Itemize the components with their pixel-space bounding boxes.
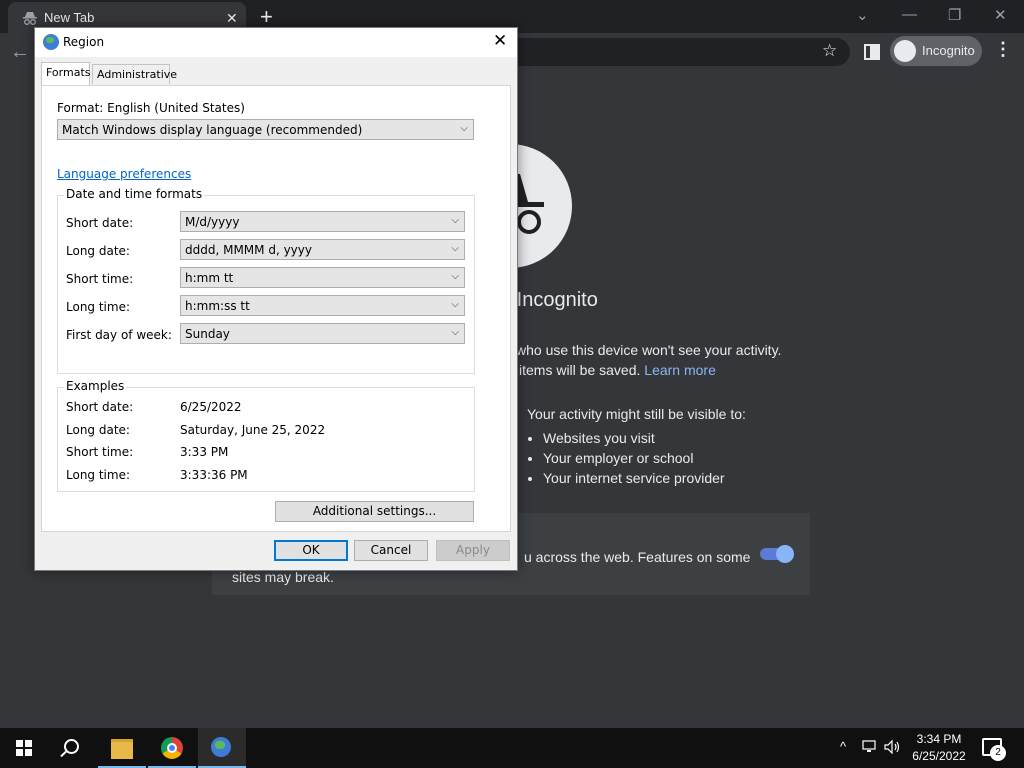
short-date-select[interactable]: M/d/yyyy ⌵	[180, 211, 465, 232]
tab-administrative[interactable]: Administrative	[92, 64, 177, 84]
short-date-label: Short date:	[66, 216, 134, 230]
taskbar-clock[interactable]: 3:34 PM 6/25/2022	[908, 731, 970, 765]
tab-search-chevron-icon[interactable]: ⌄	[856, 6, 869, 24]
group-title: Examples	[64, 379, 127, 393]
tab-title: New Tab	[44, 10, 95, 25]
chevron-down-icon: ⌵	[451, 243, 459, 254]
long-time-value: h:mm:ss tt	[185, 299, 250, 313]
ntp-line-2-text: items will be saved.	[519, 362, 641, 378]
additional-settings-button[interactable]: Additional settings...	[275, 501, 474, 522]
short-time-label: Short time:	[66, 272, 134, 286]
long-time-label: Long time:	[66, 300, 131, 314]
formats-panel: Format: English (United States) Match Wi…	[41, 85, 511, 532]
clock-date: 6/25/2022	[912, 749, 966, 763]
long-date-select[interactable]: dddd, MMMM d, yyyy ⌵	[180, 239, 465, 260]
toggle-knob	[776, 545, 794, 563]
notification-count-badge: 2	[990, 745, 1006, 761]
chevron-down-icon: ⌵	[451, 299, 459, 310]
folder-icon	[111, 739, 133, 759]
examples-group: Examples Short date: 6/25/2022 Long date…	[57, 379, 475, 492]
clock-time: 3:34 PM	[916, 732, 962, 746]
example-label: Short time:	[66, 445, 134, 459]
first-day-select[interactable]: Sunday ⌵	[180, 323, 465, 344]
region-globe-icon	[43, 34, 59, 50]
short-date-value: M/d/yyyy	[185, 215, 240, 229]
short-time-value: h:mm tt	[185, 271, 234, 285]
dialog-title: Region	[63, 35, 105, 49]
file-explorer-button[interactable]	[98, 728, 146, 768]
tab-formats[interactable]: Formats	[41, 62, 91, 86]
long-time-select[interactable]: h:mm:ss tt ⌵	[180, 295, 465, 316]
volume-icon[interactable]	[884, 740, 902, 754]
show-hidden-icons-chevron-icon[interactable]: ^	[840, 739, 846, 754]
list-item: Your employer or school	[543, 448, 725, 468]
example-value: Saturday, June 25, 2022	[180, 423, 326, 437]
example-value: 3:33 PM	[180, 445, 229, 459]
format-select-value: Match Windows display language (recommen…	[62, 123, 363, 137]
taskbar: ^ 3:34 PM 6/25/2022 2	[0, 728, 1024, 768]
chevron-down-icon: ⌵	[451, 215, 459, 226]
minimize-button[interactable]: —	[902, 6, 917, 23]
example-label: Long date:	[66, 423, 130, 437]
list-item: Websites you visit	[543, 428, 725, 448]
chevron-down-icon: ⌵	[451, 327, 459, 338]
group-title: Date and time formats	[64, 187, 205, 201]
date-time-formats-group: Date and time formats Short date: M/d/yy…	[57, 187, 475, 374]
cancel-button[interactable]: Cancel	[354, 540, 428, 561]
list-item: Your internet service provider	[543, 468, 725, 488]
long-date-value: dddd, MMMM d, yyyy	[185, 243, 312, 257]
incognito-profile-button[interactable]: Incognito	[890, 36, 982, 66]
example-label: Long time:	[66, 468, 131, 482]
example-value: 3:33:36 PM	[180, 468, 248, 482]
search-button[interactable]	[48, 728, 96, 768]
chrome-icon	[161, 737, 183, 759]
restore-button[interactable]: ❐	[948, 6, 961, 24]
ntp-line-1: who use this device won't see your activ…	[516, 342, 782, 358]
bookmark-star-icon[interactable]: ☆	[822, 41, 837, 61]
chevron-down-icon: ⌵	[460, 123, 468, 134]
window-close-button[interactable]: ✕	[994, 6, 1007, 24]
dialog-titlebar: Region ✕	[35, 28, 517, 57]
start-button[interactable]	[0, 728, 48, 768]
region-globe-icon	[211, 737, 231, 757]
visible-to-list: Websites you visit Your employer or scho…	[527, 428, 725, 488]
cookie-text-line-1: u across the web. Features on some	[524, 549, 751, 565]
long-date-label: Long date:	[66, 244, 130, 258]
dialog-close-icon[interactable]: ✕	[493, 31, 507, 51]
example-value: 6/25/2022	[180, 400, 242, 414]
chrome-menu-icon[interactable]: ⋮	[994, 39, 1012, 60]
language-preferences-link[interactable]: Language preferences	[57, 167, 191, 181]
incognito-tab-icon	[23, 12, 37, 25]
example-label: Short date:	[66, 400, 134, 414]
windows-logo-icon	[16, 740, 32, 756]
apply-button[interactable]: Apply	[436, 540, 510, 561]
learn-more-link[interactable]: Learn more	[644, 362, 716, 378]
format-label: Format: English (United States)	[57, 101, 245, 115]
format-select[interactable]: Match Windows display language (recommen…	[57, 119, 474, 140]
search-icon	[64, 739, 79, 754]
chrome-button[interactable]	[148, 728, 196, 768]
incognito-icon	[894, 40, 916, 62]
region-dialog: Region ✕ Formats Administrative Format: …	[34, 27, 518, 571]
incognito-label: Incognito	[922, 43, 975, 58]
tab-close-icon[interactable]: ✕	[226, 10, 238, 27]
block-cookies-toggle[interactable]	[760, 545, 794, 563]
first-day-value: Sunday	[185, 327, 230, 341]
back-arrow-icon[interactable]: ←	[10, 41, 30, 64]
chevron-down-icon: ⌵	[451, 271, 459, 282]
side-panel-icon[interactable]	[864, 44, 880, 60]
short-time-select[interactable]: h:mm tt ⌵	[180, 267, 465, 288]
region-settings-button[interactable]	[198, 728, 246, 768]
visible-to-heading: Your activity might still be visible to:	[527, 406, 746, 422]
first-day-label: First day of week:	[66, 328, 172, 342]
network-icon[interactable]	[862, 740, 878, 754]
ntp-line-2: items will be saved. Learn more	[519, 362, 716, 378]
ok-button[interactable]: OK	[274, 540, 348, 561]
